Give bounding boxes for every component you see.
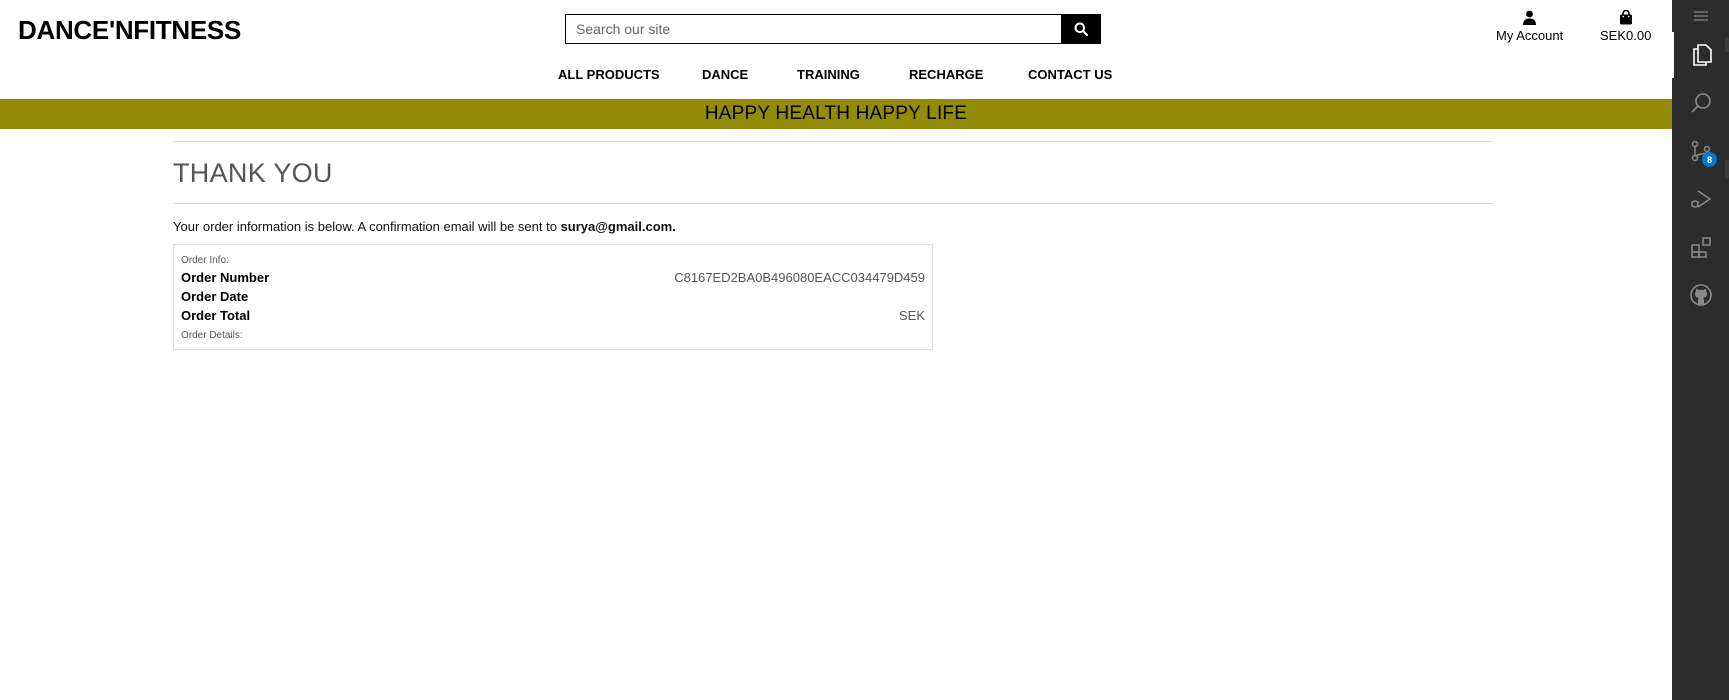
nav-all-products[interactable]: ALL PRODUCTS	[558, 67, 660, 82]
run-debug-button[interactable]	[1672, 176, 1729, 222]
extensions-button[interactable]	[1672, 224, 1729, 270]
search-button[interactable]	[1061, 14, 1101, 44]
divider	[173, 203, 1493, 204]
explorer-button[interactable]	[1672, 32, 1729, 78]
order-total-label: Order Total	[181, 308, 251, 323]
cart-total: SEK0.00	[1600, 28, 1652, 43]
github-icon	[1689, 284, 1712, 306]
search-icon	[1690, 93, 1711, 113]
nav-contact-us[interactable]: CONTACT US	[1028, 67, 1112, 82]
order-date-label: Order Date	[181, 289, 249, 304]
intro-text: Your order information is below. A confi…	[173, 219, 561, 234]
shopping-bag-icon	[1619, 10, 1632, 25]
search-bar	[565, 14, 1101, 44]
my-account-link[interactable]: My Account	[1496, 10, 1563, 43]
order-summary-box: Order Info: Order Number C8167ED2BA0B496…	[173, 244, 933, 350]
source-control-button[interactable]: 8	[1672, 128, 1729, 174]
user-icon	[1523, 10, 1537, 25]
menu-icon	[1693, 11, 1708, 21]
extensions-icon	[1690, 237, 1711, 258]
page-title: THANK YOU	[173, 158, 333, 188]
search-view-button[interactable]	[1672, 80, 1729, 126]
scrollbar-marker	[1725, 38, 1729, 52]
order-details-label: Order Details:	[181, 330, 243, 341]
divider	[173, 141, 1493, 142]
order-number-row: Order Number C8167ED2BA0B496080EACC03447…	[181, 268, 925, 287]
order-number-label: Order Number	[181, 270, 270, 285]
my-account-label: My Account	[1496, 28, 1564, 43]
explorer-icon	[1692, 44, 1712, 66]
github-button[interactable]	[1672, 272, 1729, 318]
activity-bar: 8	[1672, 0, 1729, 700]
website: DANCE'NFITNESS My Account SEK0.00 ALL PR…	[0, 0, 1672, 700]
order-total-value: SEK	[898, 308, 925, 323]
order-confirmation: THANK YOU Your order information is belo…	[173, 141, 1493, 350]
promo-banner: HAPPY HEALTH HAPPY LIFE	[0, 99, 1672, 129]
order-total-row: Order Total SEK	[181, 306, 925, 325]
source-control-badge: 8	[1702, 152, 1717, 167]
search-icon	[1074, 22, 1088, 36]
scrollbar-marker	[1725, 160, 1729, 178]
nav-training[interactable]: TRAINING	[797, 67, 860, 82]
cart-link[interactable]: SEK0.00	[1600, 10, 1651, 43]
nav-recharge[interactable]: RECHARGE	[909, 67, 983, 82]
site-logo[interactable]: DANCE'NFITNESS	[18, 15, 241, 46]
nav-dance[interactable]: DANCE	[702, 67, 748, 82]
order-number-value: C8167ED2BA0B496080EACC034479D459	[674, 270, 925, 285]
intro-period: .	[672, 219, 676, 234]
run-debug-icon	[1690, 190, 1711, 208]
search-input[interactable]	[565, 14, 1061, 44]
confirmation-message: Your order information is below. A confi…	[173, 219, 1493, 234]
main-nav: ALL PRODUCTS DANCE TRAINING RECHARGE CON…	[0, 67, 1672, 87]
order-date-row: Order Date	[181, 287, 925, 306]
customer-email: surya@gmail.com	[560, 219, 673, 234]
order-info-label: Order Info:	[181, 255, 229, 266]
